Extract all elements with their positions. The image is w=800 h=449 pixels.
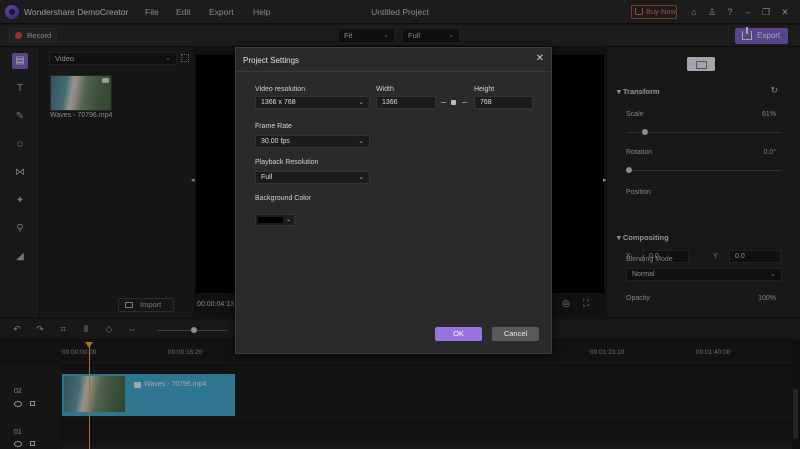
cancel-button[interactable]: Cancel — [492, 327, 539, 341]
dialog-title: Project Settings — [243, 56, 300, 65]
chevron-down-icon: ⌄ — [358, 174, 364, 181]
playback-resolution-select[interactable]: Full ⌄ — [255, 171, 370, 184]
width-input[interactable]: 1366 — [376, 96, 436, 109]
frame-rate-label: Frame Rate — [255, 123, 292, 130]
chevron-down-icon: ⌄ — [358, 138, 364, 145]
chevron-down-icon: ⌄ — [285, 217, 291, 223]
frame-rate-value: 30.00 fps — [261, 138, 290, 145]
background-color-picker[interactable]: ⌄ — [255, 214, 295, 226]
width-label: Width — [376, 86, 394, 93]
video-resolution-label: Video resolution — [255, 86, 306, 93]
background-color-label: Background Color — [255, 195, 312, 202]
playback-resolution-value: Full — [261, 174, 273, 181]
dash-separator — [441, 102, 446, 103]
video-resolution-select[interactable]: 1366 x 768 ⌄ — [255, 96, 370, 109]
close-icon[interactable]: ✕ — [536, 53, 544, 64]
height-label: Height — [474, 86, 495, 93]
project-settings-dialog: Project Settings ✕ Video resolution 1366… — [235, 47, 552, 354]
video-resolution-value: 1366 x 768 — [261, 99, 296, 106]
height-input[interactable]: 768 — [474, 96, 533, 109]
frame-rate-select[interactable]: 30.00 fps ⌄ — [255, 135, 370, 148]
dialog-header: Project Settings ✕ — [236, 48, 551, 72]
lock-aspect-icon[interactable] — [451, 100, 456, 105]
color-swatch — [258, 217, 283, 223]
playback-resolution-label: Playback Resolution — [255, 159, 319, 166]
dash-separator — [462, 102, 467, 103]
chevron-down-icon: ⌄ — [358, 99, 364, 106]
ok-button[interactable]: OK — [435, 327, 482, 341]
